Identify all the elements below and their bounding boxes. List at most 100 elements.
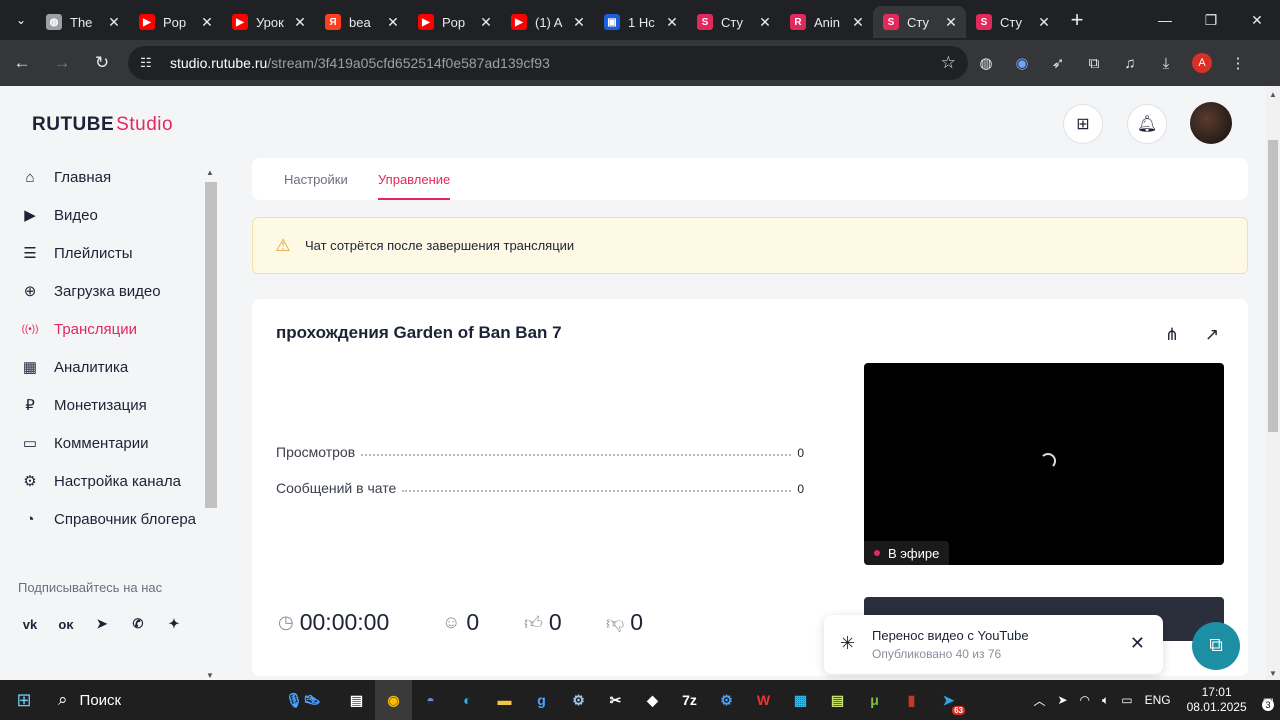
- vk-icon[interactable]: vk: [16, 610, 44, 638]
- telegram-taskbar-icon[interactable]: ➤ 63: [930, 680, 967, 720]
- browser-tab[interactable]: ▶ (1) A ✕: [501, 6, 594, 38]
- tab-close-icon[interactable]: ✕: [198, 14, 216, 31]
- browser-tab[interactable]: Яbea ✕: [315, 6, 408, 38]
- minimize-button[interactable]: —: [1142, 0, 1188, 40]
- tab-settings[interactable]: Настройки: [284, 172, 348, 187]
- sidebar-item[interactable]: ⚙ Настройка канала: [0, 462, 220, 500]
- restore-button[interactable]: ❐: [1188, 0, 1234, 40]
- clock[interactable]: 17:01 08.01.2025: [1187, 685, 1247, 715]
- sidebar-item[interactable]: ⌂ Главная: [0, 158, 220, 196]
- taskbar-search[interactable]: ⌕ Поиск: [48, 680, 268, 720]
- file-explorer-icon[interactable]: ▬: [486, 680, 523, 720]
- edge-icon[interactable]: ◐: [449, 680, 486, 720]
- tab-close-icon[interactable]: ✕: [570, 14, 588, 31]
- notifications-button[interactable]: 🔔︎: [1127, 104, 1167, 144]
- tab-search-chevron-icon[interactable]: ⌄: [6, 6, 36, 34]
- language-indicator[interactable]: ENG: [1145, 693, 1171, 707]
- reload-button[interactable]: ↻: [84, 45, 120, 81]
- browser-tab[interactable]: S Сту ✕: [966, 6, 1059, 38]
- discord-icon[interactable]: ◓: [412, 680, 449, 720]
- address-bar[interactable]: ☷ studio.rutube.ru/stream/3f419a05cfd652…: [128, 46, 968, 80]
- rocket-extension-icon[interactable]: ➶: [1040, 45, 1076, 81]
- tab-close-icon[interactable]: ✕: [1035, 14, 1053, 31]
- notepad-icon[interactable]: ▤: [819, 680, 856, 720]
- new-tab-button[interactable]: +: [1061, 4, 1093, 36]
- browser-tab[interactable]: ◍ The ✕: [36, 6, 129, 38]
- browser-tab[interactable]: R Anin ✕: [780, 6, 873, 38]
- notifications-center-icon[interactable]: ▭3: [1262, 693, 1274, 711]
- volume-icon[interactable]: 🔈︎: [1102, 693, 1109, 708]
- open-external-icon[interactable]: ↗: [1200, 323, 1224, 347]
- scroll-up-arrow-icon[interactable]: ▲: [206, 168, 214, 177]
- tab-close-icon[interactable]: ✕: [756, 14, 774, 31]
- browser-tab[interactable]: ▶ Pop ✕: [408, 6, 501, 38]
- telegram-icon[interactable]: ➤: [88, 610, 116, 638]
- tab-close-icon[interactable]: ✕: [477, 14, 495, 31]
- gog-galaxy-icon[interactable]: g: [523, 680, 560, 720]
- sidebar-item[interactable]: ☰ Плейлисты: [0, 234, 220, 272]
- browser-tab[interactable]: ▶ Урок ✕: [222, 6, 315, 38]
- extension-blue-icon[interactable]: ◉: [1004, 45, 1040, 81]
- odnoklassniki-icon[interactable]: ᴏᴋ: [52, 610, 80, 638]
- page-scroll-thumb[interactable]: [1268, 140, 1278, 432]
- sidebar-item[interactable]: ((•)) Трансляции: [0, 310, 220, 348]
- 7zip-icon[interactable]: 7z: [671, 680, 708, 720]
- sidebar-item[interactable]: ▦ Аналитика: [0, 348, 220, 386]
- sidebar-scrollbar[interactable]: ▲ ▼: [205, 168, 217, 680]
- profile-button[interactable]: A: [1184, 45, 1220, 81]
- close-window-button[interactable]: ✕: [1234, 0, 1280, 40]
- wps-office-icon[interactable]: W: [745, 680, 782, 720]
- tab-close-icon[interactable]: ✕: [849, 14, 867, 31]
- user-avatar[interactable]: [1190, 102, 1232, 144]
- roblox-icon[interactable]: ◆: [634, 680, 671, 720]
- browser-tab[interactable]: ▶ Pop ✕: [129, 6, 222, 38]
- tab-close-icon[interactable]: ✕: [663, 14, 681, 31]
- page-scroll-up-icon[interactable]: ▲: [1269, 90, 1277, 99]
- settings-app-icon[interactable]: ⚙: [708, 680, 745, 720]
- steam-icon[interactable]: ⚙: [560, 680, 597, 720]
- scroll-down-arrow-icon[interactable]: ▼: [206, 671, 214, 680]
- puzzle-extensions-icon[interactable]: ⧉: [1076, 45, 1112, 81]
- browser-tab[interactable]: S Сту ✕: [687, 6, 780, 38]
- sidebar-item[interactable]: ⊕ Загрузка видео: [0, 272, 220, 310]
- capcut-icon[interactable]: ✂: [597, 680, 634, 720]
- page-scroll-down-icon[interactable]: ▼: [1269, 669, 1277, 678]
- sidebar-scroll-thumb[interactable]: [205, 182, 217, 508]
- sidebar-item[interactable]: ▭ Комментарии: [0, 424, 220, 462]
- microphone-sneakers-app-icon[interactable]: 🎙︎👟︎: [268, 680, 338, 720]
- browser-tab[interactable]: S Сту ✕: [873, 6, 966, 38]
- stream-preview-player[interactable]: В эфире: [864, 363, 1224, 565]
- share-icon[interactable]: ⋔: [1160, 323, 1184, 347]
- sidebar-item[interactable]: ◔ Справочник блогера: [0, 500, 220, 538]
- utorrent-icon[interactable]: μ: [856, 680, 893, 720]
- rutube-studio-logo[interactable]: RUTUBE Studio: [32, 114, 173, 136]
- bookmark-star-icon[interactable]: ☆: [941, 53, 956, 73]
- sidebar-item[interactable]: ₽ Монетизация: [0, 386, 220, 424]
- tray-overflow-chevron-icon[interactable]: ︿: [1033, 692, 1045, 709]
- tab-close-icon[interactable]: ✕: [105, 14, 123, 31]
- create-plus-button[interactable]: ⊞: [1063, 104, 1103, 144]
- table-app-icon[interactable]: ▦: [782, 680, 819, 720]
- browser-tab[interactable]: ▣ 1 Hc ✕: [594, 6, 687, 38]
- dzen-icon[interactable]: ✦: [160, 610, 188, 638]
- media-control-icon[interactable]: ♫: [1112, 45, 1148, 81]
- toast-close-icon[interactable]: ✕: [1130, 633, 1145, 654]
- windows-start-icon[interactable]: ⊞: [0, 680, 48, 720]
- winrar-icon[interactable]: ▮: [893, 680, 930, 720]
- globe-extension-icon[interactable]: ◍: [968, 45, 1004, 81]
- chrome-icon[interactable]: ◉: [375, 680, 412, 720]
- tray-telegram-icon[interactable]: ➤: [1057, 693, 1067, 707]
- tab-close-icon[interactable]: ✕: [942, 14, 960, 31]
- viber-icon[interactable]: ✆: [124, 610, 152, 638]
- forward-button[interactable]: →: [44, 45, 80, 81]
- page-scrollbar[interactable]: ▲ ▼: [1266, 86, 1280, 680]
- wifi-icon[interactable]: ◠: [1080, 693, 1090, 707]
- task-view-icon[interactable]: ▤: [338, 680, 375, 720]
- download-icon[interactable]: ⤓: [1148, 45, 1184, 81]
- tab-manage[interactable]: Управление: [378, 172, 450, 187]
- support-chat-button[interactable]: ⧉: [1192, 622, 1240, 670]
- sidebar-item[interactable]: ▶ Видео: [0, 196, 220, 234]
- site-info-icon[interactable]: ☷: [140, 55, 160, 71]
- browser-menu-icon[interactable]: ⋮: [1220, 45, 1256, 81]
- tab-close-icon[interactable]: ✕: [291, 14, 309, 31]
